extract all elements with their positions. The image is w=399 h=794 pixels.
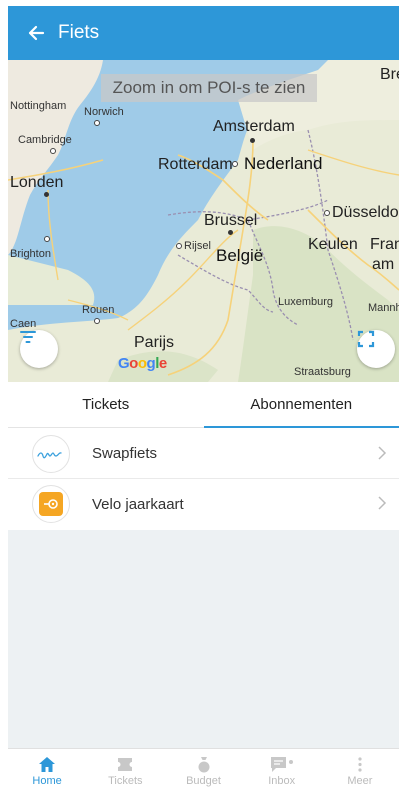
map-label: Straatsburg <box>294 366 351 378</box>
google-watermark: Google <box>118 355 167 372</box>
ticket-icon <box>118 758 133 771</box>
nav-label: Home <box>32 775 62 787</box>
map-view[interactable]: Zoom in om POI-s te zien Nottingham Norw… <box>8 60 399 382</box>
more-vertical-icon <box>358 757 362 772</box>
map-label: Düsseldor <box>332 204 399 221</box>
tab-abonnementen[interactable]: Abonnementen <box>203 382 399 428</box>
map-label: Parijs <box>134 334 175 351</box>
map-label: Amsterdam <box>213 118 295 135</box>
filter-button[interactable] <box>20 330 58 368</box>
city-marker <box>94 318 100 324</box>
velo-logo <box>32 485 70 523</box>
velo-symbol-icon <box>44 499 58 509</box>
chevron-right-icon <box>378 446 387 460</box>
nav-meer[interactable]: Meer <box>321 749 399 794</box>
inbox-icon <box>270 757 293 772</box>
list-item[interactable]: Swapfiets <box>8 429 399 479</box>
city-marker <box>44 192 49 197</box>
nav-label: Budget <box>186 775 221 787</box>
map-label: Fran <box>370 236 399 253</box>
money-bag-icon <box>198 757 209 773</box>
nav-label: Tickets <box>108 775 143 787</box>
map-label: Rouen <box>82 304 115 316</box>
tab-bar: Tickets Abonnementen <box>8 382 399 428</box>
swapfiets-wordmark-icon <box>37 451 62 458</box>
fullscreen-button[interactable] <box>357 330 395 368</box>
list-item-label: Swapfiets <box>92 445 158 462</box>
city-marker <box>250 138 255 143</box>
map-label: Keulen <box>308 236 358 253</box>
map-label: Caen <box>10 318 37 330</box>
nav-tickets[interactable]: Tickets <box>86 749 164 794</box>
city-marker <box>232 161 238 167</box>
map-label: Mannh <box>368 302 399 314</box>
map-label: Brussel <box>204 212 258 229</box>
city-marker <box>324 210 330 216</box>
swapfiets-logo <box>32 434 70 473</box>
subscription-list: Swapfiets Velo jaarkaart <box>8 429 399 529</box>
nav-home[interactable]: Home <box>8 749 86 794</box>
city-marker <box>44 236 50 242</box>
page-title: Fiets <box>58 22 100 43</box>
map-label: België <box>216 246 264 265</box>
bottom-nav: Home Tickets Budget Inbox Meer <box>8 748 399 794</box>
map-label: am l <box>372 256 399 273</box>
app-bar: Fiets <box>8 6 399 60</box>
zoom-hint-banner: Zoom in om POI-s te zien <box>101 74 317 102</box>
filter-icon <box>20 331 36 343</box>
city-marker <box>176 243 182 249</box>
app-screen: Fiets Zoom in om POI-s te zien Nottingha… <box>8 6 399 794</box>
map-label: Bre <box>380 66 399 83</box>
map-label: Nederland <box>244 154 323 173</box>
map-label: Luxemburg <box>278 296 334 308</box>
map-label: Brighton <box>10 248 51 260</box>
map-label: Londen <box>10 174 64 191</box>
nav-inbox[interactable]: Inbox <box>243 749 321 794</box>
fullscreen-icon <box>357 330 375 348</box>
nav-label: Meer <box>347 775 373 787</box>
map-label: Cambridge <box>18 134 72 146</box>
list-item[interactable]: Velo jaarkaart <box>8 479 399 529</box>
velo-card-icon <box>39 492 63 516</box>
city-marker <box>228 230 233 235</box>
chevron-right-icon <box>378 496 387 510</box>
tab-tickets[interactable]: Tickets <box>8 382 204 427</box>
city-marker <box>50 148 56 154</box>
map-label: Rijsel <box>184 240 211 252</box>
map-label: Norwich <box>84 106 124 118</box>
map-label: Rotterdam <box>158 156 233 173</box>
nav-budget[interactable]: Budget <box>164 749 242 794</box>
list-item-label: Velo jaarkaart <box>92 495 184 513</box>
city-marker <box>94 120 100 126</box>
empty-area <box>8 530 399 748</box>
nav-label: Inbox <box>268 775 296 787</box>
map-label: Nottingham <box>10 100 67 112</box>
arrow-left-icon <box>28 25 45 41</box>
back-button[interactable] <box>16 6 56 60</box>
home-icon <box>39 757 56 772</box>
